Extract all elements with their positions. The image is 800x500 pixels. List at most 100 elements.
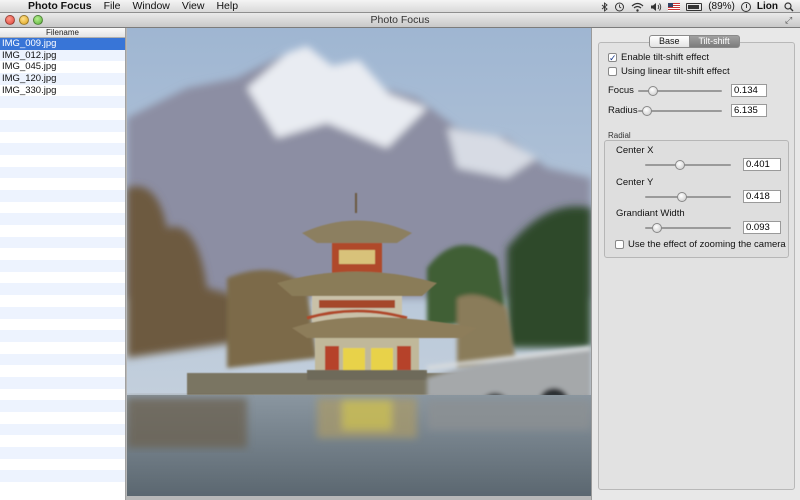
empty-row <box>0 435 125 447</box>
file-row[interactable]: IMG_330.jpg <box>0 85 125 97</box>
center-x-value-field[interactable] <box>743 158 781 171</box>
empty-row <box>0 202 125 214</box>
radius-value-field[interactable] <box>731 104 767 117</box>
radius-slider[interactable] <box>638 106 722 116</box>
time-machine-icon[interactable] <box>614 2 625 12</box>
empty-row <box>0 166 125 179</box>
empty-row <box>0 342 125 354</box>
linear-tilt-shift-checkbox[interactable] <box>608 67 617 76</box>
menu-app-name[interactable]: Photo Focus <box>22 0 98 13</box>
clock-icon[interactable] <box>740 1 751 12</box>
empty-row <box>0 108 125 120</box>
file-row[interactable]: IMG_120.jpg <box>0 73 125 85</box>
empty-row <box>0 213 125 225</box>
empty-row <box>0 306 125 319</box>
battery-percent: (89%) <box>708 1 735 12</box>
zoom-effect-row[interactable]: Use the effect of zooming the camera <box>615 239 786 250</box>
status-area: (89%) Lion <box>601 0 800 13</box>
empty-row <box>0 365 125 377</box>
image-preview[interactable] <box>127 28 591 496</box>
radius-row: Radius <box>608 104 767 117</box>
file-row[interactable]: IMG_045.jpg <box>0 61 125 73</box>
empty-row <box>0 353 125 366</box>
menu-window[interactable]: Window <box>127 0 176 13</box>
enable-tilt-shift-label: Enable tilt-shift effect <box>621 52 710 63</box>
empty-row <box>0 225 125 237</box>
gradient-width-label: Grandiant Width <box>616 208 685 219</box>
battery-icon[interactable] <box>686 2 703 11</box>
empty-row <box>0 470 125 483</box>
focus-slider[interactable] <box>638 86 722 96</box>
center-y-value-field[interactable] <box>743 190 781 203</box>
zoom-effect-checkbox[interactable] <box>615 240 624 249</box>
user-name[interactable]: Lion <box>757 1 778 12</box>
center-x-label: Center X <box>616 145 654 156</box>
empty-row <box>0 330 125 342</box>
center-x-slider-knob[interactable] <box>675 160 685 170</box>
volume-icon[interactable] <box>650 2 662 11</box>
empty-row <box>0 412 125 424</box>
enable-tilt-shift-checkbox[interactable]: ✓ <box>608 53 617 63</box>
wifi-icon[interactable] <box>631 2 644 12</box>
empty-row <box>0 260 125 272</box>
menu-view[interactable]: View <box>176 0 211 13</box>
window-title-bar: Photo Focus ⤢ <box>0 13 800 28</box>
filename-column-header[interactable]: Filename <box>0 28 125 38</box>
zoom-effect-label: Use the effect of zooming the camera <box>628 239 786 250</box>
spotlight-search-icon[interactable] <box>784 2 794 12</box>
tilt-shift-photo <box>127 28 591 496</box>
menu-file[interactable]: File <box>98 0 127 13</box>
empty-row <box>0 283 125 296</box>
empty-row <box>0 400 125 412</box>
empty-row <box>0 155 125 167</box>
empty-row <box>0 189 125 202</box>
empty-row <box>0 376 125 389</box>
empty-row <box>0 132 125 144</box>
center-y-slider[interactable] <box>645 192 731 202</box>
empty-row <box>0 272 125 284</box>
empty-row <box>0 178 125 190</box>
radius-slider-knob[interactable] <box>642 106 652 116</box>
radial-group: Center X Center Y Grandiant Width Use th… <box>604 140 789 258</box>
file-row[interactable]: IMG_009.jpg <box>0 38 125 50</box>
focus-row: Focus <box>608 84 767 97</box>
menu-bar: Photo Focus File Window View Help (89%) … <box>0 0 800 13</box>
gradient-width-value-field[interactable] <box>743 221 781 234</box>
inspector-panel: ✓ Enable tilt-shift effect Using linear … <box>591 28 800 500</box>
file-list: Filename IMG_009.jpg IMG_012.jpg IMG_045… <box>0 28 126 500</box>
empty-row <box>0 389 125 401</box>
empty-row <box>0 423 125 436</box>
empty-row <box>0 143 125 155</box>
empty-row <box>0 447 125 459</box>
focus-label: Focus <box>608 85 634 96</box>
menu-help[interactable]: Help <box>210 0 244 13</box>
enable-tilt-shift-row[interactable]: ✓ Enable tilt-shift effect <box>608 52 709 63</box>
empty-row <box>0 236 125 249</box>
radius-label: Radius <box>608 105 638 116</box>
empty-row <box>0 295 125 307</box>
focus-slider-knob[interactable] <box>648 86 658 96</box>
gradient-width-slider-knob[interactable] <box>652 223 662 233</box>
empty-row <box>0 96 125 109</box>
focus-value-field[interactable] <box>731 84 767 97</box>
center-x-slider[interactable] <box>645 160 731 170</box>
tab-tilt-shift[interactable]: Tilt-shift <box>689 35 740 48</box>
empty-row <box>0 459 125 471</box>
radial-section-label: Radial <box>608 131 631 140</box>
tab-base[interactable]: Base <box>649 35 690 48</box>
input-source-flag-icon[interactable] <box>668 2 681 11</box>
linear-tilt-shift-label: Using linear tilt-shift effect <box>621 66 730 77</box>
file-row[interactable]: IMG_012.jpg <box>0 49 125 62</box>
file-rows: IMG_009.jpg IMG_012.jpg IMG_045.jpg IMG_… <box>0 38 125 494</box>
gradient-width-slider[interactable] <box>645 223 731 233</box>
empty-row <box>0 248 125 260</box>
empty-row <box>0 119 125 132</box>
empty-row <box>0 319 125 331</box>
bluetooth-icon[interactable] <box>601 2 608 12</box>
fullscreen-icon[interactable]: ⤢ <box>785 15 795 25</box>
empty-row <box>0 482 125 494</box>
window-title: Photo Focus <box>370 14 430 26</box>
center-y-slider-knob[interactable] <box>677 192 687 202</box>
center-y-label: Center Y <box>616 177 654 188</box>
linear-tilt-shift-row[interactable]: Using linear tilt-shift effect <box>608 66 730 77</box>
